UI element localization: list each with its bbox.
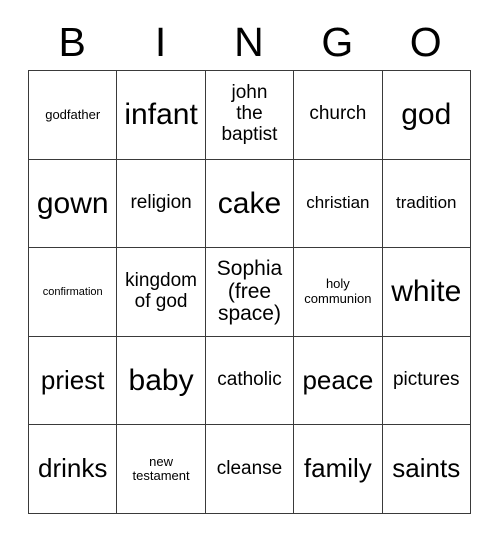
bingo-cell[interactable]: religion [117,159,206,249]
bingo-cell-label: baby [128,363,194,397]
bingo-cell-label: john the baptist [221,82,278,146]
bingo-cell-label: white [391,275,462,309]
bingo-cell-label: confirmation [42,285,103,298]
bingo-cell-free-space[interactable]: Sophia (free space) [205,248,295,337]
bingo-cell-label: new testament [132,453,190,484]
bingo-cell[interactable]: drinks [29,425,118,514]
bingo-cell[interactable]: priest [29,336,118,426]
bingo-cell-label: religion [130,191,192,213]
bingo-header-letter-i: I [154,18,167,65]
bingo-header-letter-b: B [58,18,86,65]
bingo-row: gown religion cake christian tradition [29,159,471,249]
bingo-cell-label: drinks [38,453,108,484]
bingo-cell-label: church [309,103,367,125]
bingo-free-space-label: Sophia (free space) [216,256,283,326]
bingo-cell-label: cleanse [216,457,283,479]
bingo-card: B I N G O godfather infant john the bapt… [28,14,471,514]
bingo-cell-label: god [401,98,452,132]
bingo-cell-label: pictures [392,369,460,391]
bingo-cell[interactable]: holy communion [294,248,383,337]
bingo-cell[interactable]: cleanse [205,425,295,514]
bingo-header: B I N G O [28,14,470,70]
bingo-cell[interactable]: church [294,71,383,160]
bingo-row: confirmation kingdom of god Sophia (free… [29,248,471,337]
bingo-header-letter-g: G [321,18,354,65]
bingo-cell-label: family [303,453,372,484]
bingo-cell[interactable]: white [382,248,471,337]
bingo-cell[interactable]: tradition [382,159,471,249]
bingo-cell-label: cake [217,186,282,220]
bingo-cell-label: godfather [45,106,101,122]
bingo-cell[interactable]: catholic [205,336,295,426]
bingo-cell-label: tradition [396,193,457,213]
bingo-cell[interactable]: christian [294,159,383,249]
bingo-row: drinks new testament cleanse family sain… [29,425,471,514]
bingo-cell-label: catholic [217,369,282,391]
bingo-cell[interactable]: pictures [382,336,471,426]
bingo-cell[interactable]: family [294,425,383,514]
bingo-cell-label: priest [40,364,105,395]
bingo-cell[interactable]: confirmation [29,248,118,337]
bingo-cell-label: christian [306,193,370,213]
bingo-cell[interactable]: john the baptist [205,71,295,160]
bingo-cell[interactable]: infant [117,71,206,160]
bingo-header-letter-n: N [234,18,264,65]
bingo-cell[interactable]: baby [117,336,206,426]
bingo-grid: godfather infant john the baptist church… [28,70,471,514]
bingo-cell[interactable]: cake [205,159,295,249]
bingo-cell[interactable]: saints [382,425,471,514]
bingo-cell[interactable]: gown [29,159,118,249]
bingo-cell[interactable]: god [382,71,471,160]
bingo-cell[interactable]: kingdom of god [117,248,206,337]
bingo-row: priest baby catholic peace pictures [29,336,471,426]
bingo-cell[interactable]: new testament [117,425,206,514]
bingo-cell-label: peace [302,364,374,395]
bingo-row: godfather infant john the baptist church… [29,71,471,160]
bingo-cell-label: kingdom of god [125,270,197,312]
bingo-cell-label: infant [124,98,198,132]
bingo-cell-label: holy communion [304,276,372,306]
bingo-cell-label: saints [392,453,461,484]
bingo-header-letter-o: O [409,18,442,65]
bingo-cell-label: gown [36,186,109,220]
bingo-cell[interactable]: peace [294,336,383,426]
bingo-cell[interactable]: godfather [29,71,118,160]
